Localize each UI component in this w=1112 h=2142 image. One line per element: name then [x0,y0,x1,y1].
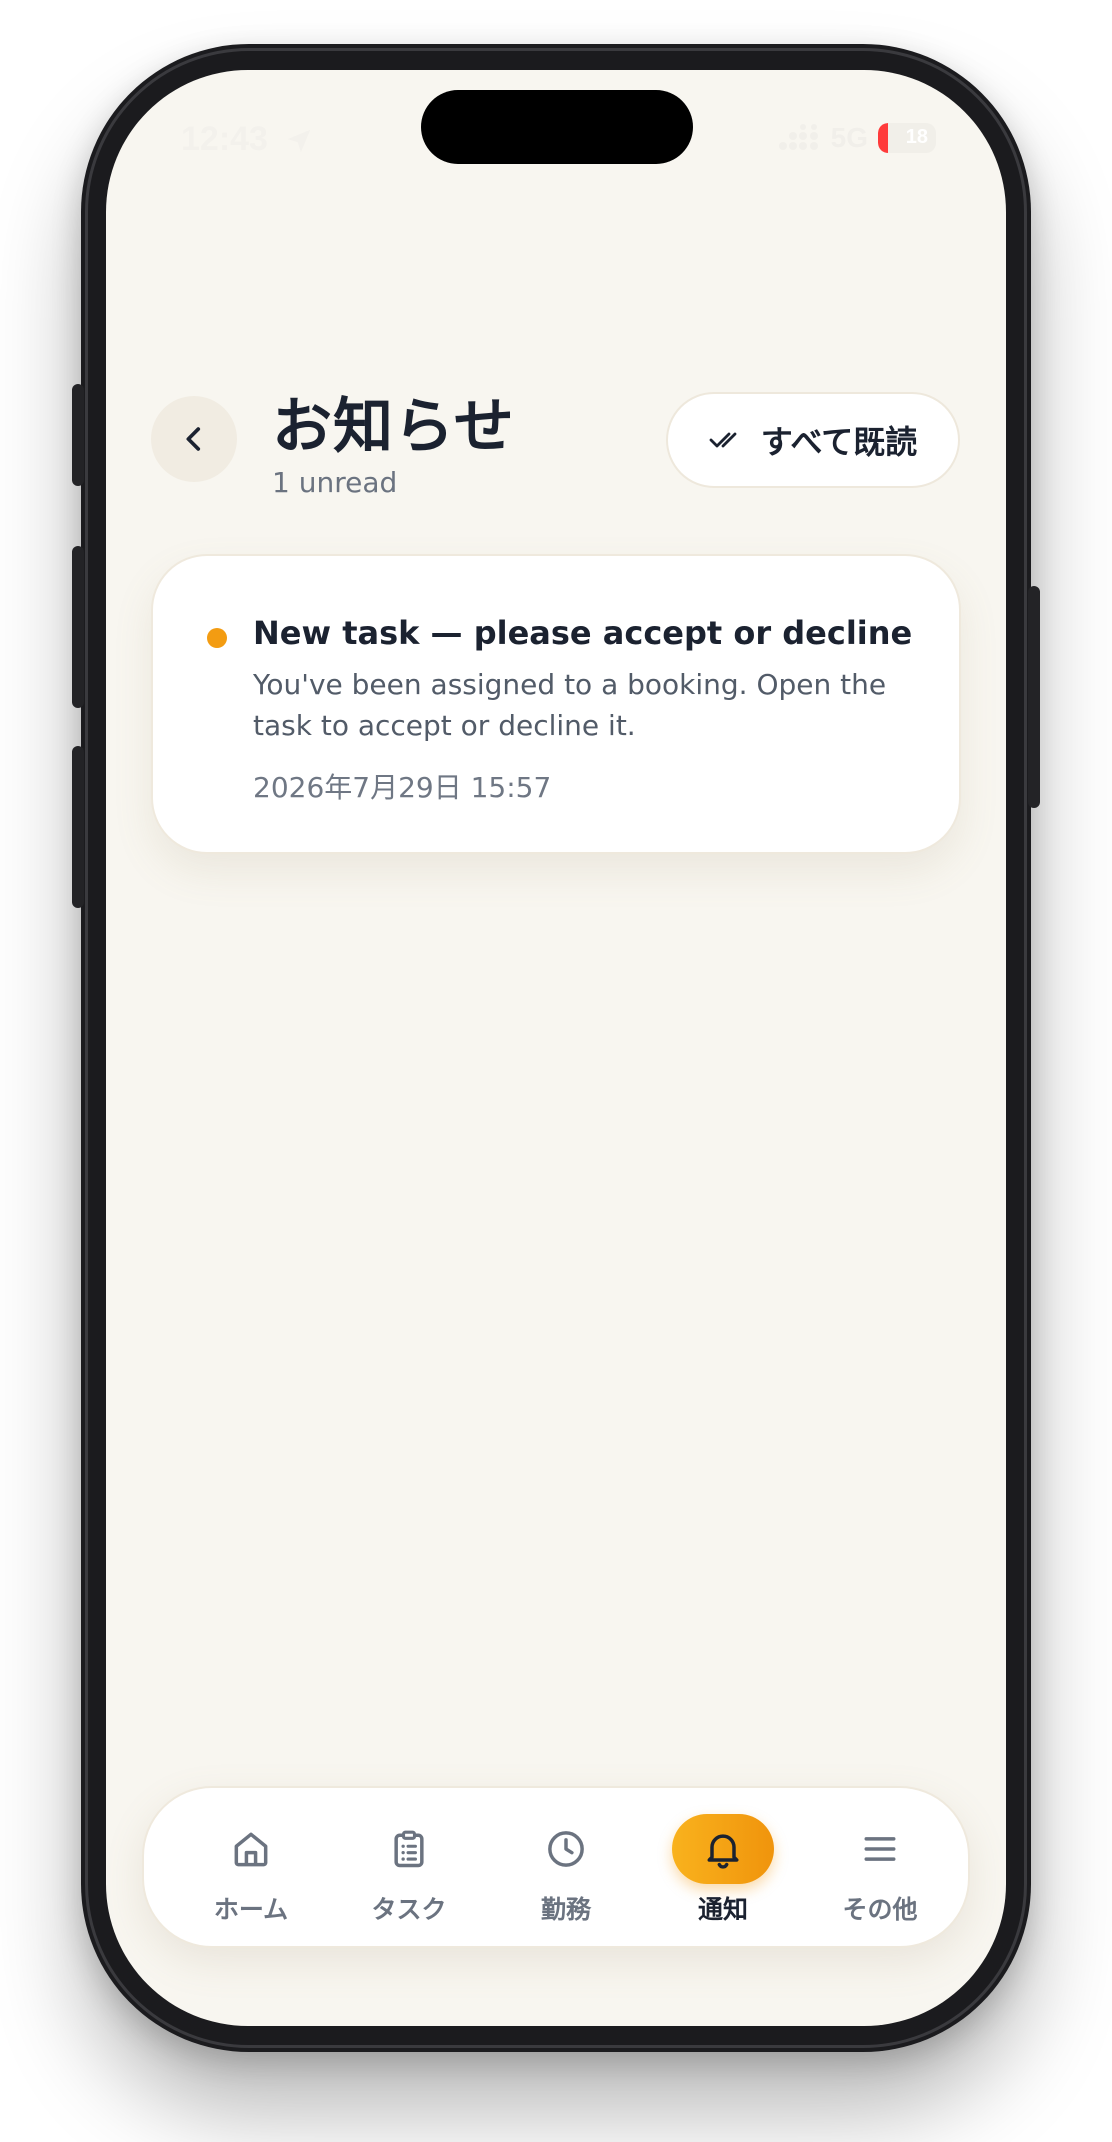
tab-notifications-icon-wrap [672,1814,774,1884]
mark-all-read-button[interactable]: すべて既読 [666,392,960,488]
tab-notifications-label: 通知 [697,1895,748,1924]
tab-more-label: その他 [842,1895,918,1924]
tab-tasks-label: タスク [371,1895,447,1924]
network-type: 5G [830,122,868,153]
volume-up-button [72,546,84,708]
tab-tasks[interactable]: タスク [334,1788,484,1950]
notification-title: New task — please accept or decline [253,614,913,652]
page-title: お知らせ [272,392,515,462]
battery-percent: 18 [905,126,928,148]
tab-more-icon-wrap [829,1814,931,1884]
status-indicators: 5G 18 [777,122,936,154]
mark-all-read-label: すべて既読 [760,423,918,461]
tab-shifts-icon-wrap [515,1814,617,1884]
location-arrow-icon [287,129,311,153]
tab-shifts-label: 勤務 [540,1895,591,1924]
notification-card[interactable]: New task — please accept or decline You'… [151,554,961,854]
back-button[interactable] [151,396,237,482]
tab-home-label: ホーム [213,1895,289,1924]
power-button [1028,586,1040,808]
bell-icon [707,1834,739,1869]
signal-icon [778,124,818,150]
action-button [72,384,84,486]
status-time: 12:43 [181,120,268,158]
notification-time: 2026年7月29日 15:57 [253,771,552,804]
tab-shifts[interactable]: 勤務 [491,1788,641,1950]
tab-home[interactable]: ホーム [176,1788,326,1950]
clipboard-icon [394,1830,424,1868]
chevron-left-icon [186,427,201,451]
battery-level [878,123,889,153]
tab-home-icon-wrap [200,1814,302,1884]
notification-body: You've been assigned to a booking. Open … [253,668,887,742]
tab-notifications[interactable]: 通知 [648,1788,798,1950]
unread-dot-icon [207,628,227,648]
dynamic-island [421,90,693,164]
tab-tasks-icon-wrap [358,1814,460,1884]
double-check-icon [709,432,737,448]
clock-icon [548,1831,584,1867]
unread-count: 1 unread [272,466,398,499]
battery-icon: 18 [878,123,936,153]
volume-down-button [72,746,84,908]
bottom-tab-bar: ホーム タスク 勤務 通知 その他 [142,1786,970,1948]
home-icon [234,1832,268,1867]
screen: 12:43 5G 18 お知らせ 1 unread すべて既読 New task… [106,70,1006,2026]
tab-more[interactable]: その他 [805,1788,955,1950]
menu-icon [864,1837,896,1861]
